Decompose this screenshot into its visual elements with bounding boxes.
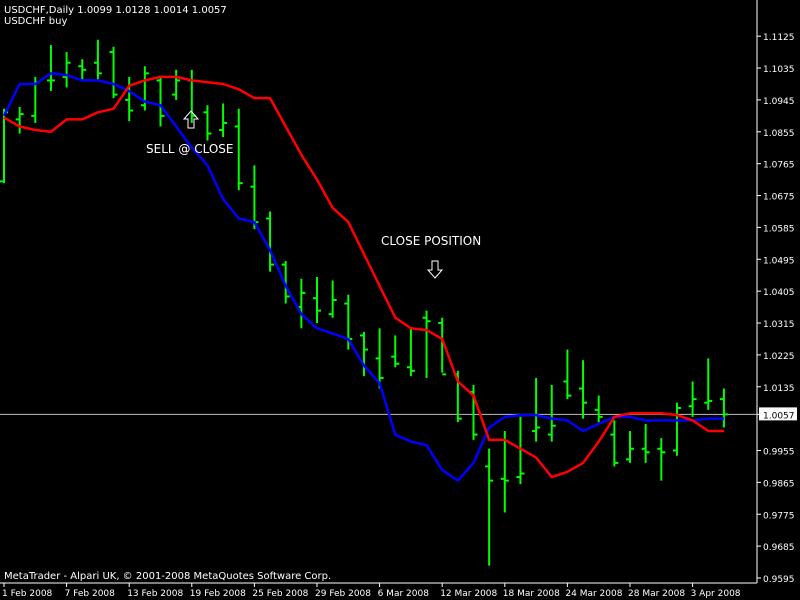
y-tick-label: 1.0315 bbox=[763, 320, 795, 330]
y-tick-label: 0.9685 bbox=[763, 543, 795, 553]
y-tick-label: 1.0945 bbox=[763, 97, 795, 107]
current-price-label: 1.0057 bbox=[763, 411, 795, 421]
x-tick-label: 6 Mar 2008 bbox=[378, 589, 430, 599]
y-tick-label: 1.0855 bbox=[763, 129, 795, 139]
sell-annotation: SELL @ CLOSE bbox=[146, 142, 233, 156]
y-tick-label: 1.1035 bbox=[763, 65, 795, 75]
x-tick-label: 7 Feb 2008 bbox=[65, 589, 116, 599]
y-tick-label: 1.1125 bbox=[763, 33, 795, 43]
y-tick-label: 0.9595 bbox=[763, 575, 795, 585]
y-tick-label: 1.0765 bbox=[763, 161, 795, 171]
close-position-annotation: CLOSE POSITION bbox=[381, 234, 481, 248]
x-tick-label: 25 Feb 2008 bbox=[252, 589, 308, 599]
y-tick-label: 0.9955 bbox=[763, 448, 795, 458]
y-tick-label: 1.0405 bbox=[763, 288, 795, 298]
x-tick-label: 3 Apr 2008 bbox=[691, 589, 741, 599]
x-tick-label: 19 Feb 2008 bbox=[190, 589, 246, 599]
y-tick-label: 0.9865 bbox=[763, 479, 795, 489]
x-tick-label: 29 Feb 2008 bbox=[315, 589, 371, 599]
x-tick-label: 1 Feb 2008 bbox=[2, 589, 53, 599]
chart-header-expert: USDCHF buy bbox=[4, 16, 67, 27]
y-tick-label: 1.0135 bbox=[763, 384, 795, 394]
chart-header-symbol: USDCHF,Daily 1.0099 1.0128 1.0014 1.0057 bbox=[4, 5, 227, 16]
y-tick-label: 1.0225 bbox=[763, 352, 795, 362]
x-tick-label: 13 Feb 2008 bbox=[127, 589, 183, 599]
x-tick-label: 18 Mar 2008 bbox=[503, 589, 560, 599]
y-tick-label: 1.0585 bbox=[763, 224, 795, 234]
y-tick-label: 0.9775 bbox=[763, 511, 795, 521]
x-tick-label: 28 Mar 2008 bbox=[628, 589, 685, 599]
y-tick-label: 1.0495 bbox=[763, 256, 795, 266]
copyright-text: MetaTrader - Alpari UK, © 2001-2008 Meta… bbox=[4, 571, 331, 582]
chart-background bbox=[0, 0, 800, 600]
y-tick-label: 1.0675 bbox=[763, 193, 795, 203]
usdchf-daily-chart[interactable]: 1.1125 1.1035 1.0945 1.0855 1.0765 1.0675 1.05… bbox=[0, 0, 800, 600]
x-tick-label: 24 Mar 2008 bbox=[565, 589, 622, 599]
x-tick-label: 12 Mar 2008 bbox=[440, 589, 497, 599]
